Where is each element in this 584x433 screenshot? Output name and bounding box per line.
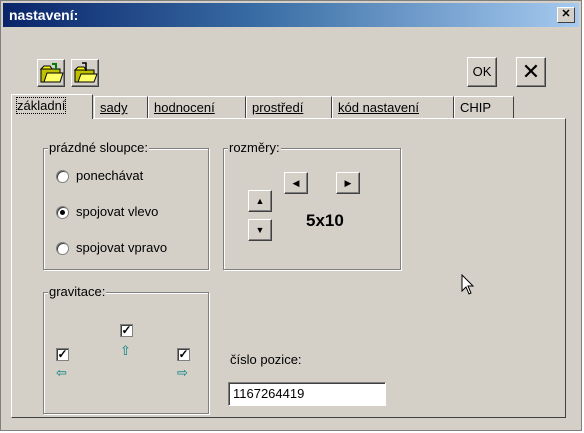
radio-keep[interactable] [56,170,69,183]
gravity-top-checkbox[interactable]: ✓ [120,324,133,337]
tab-kod-nastaveni[interactable]: kód nastavení [332,96,454,118]
height-increase-button[interactable]: ▲ [248,190,272,212]
gravity-label: gravitace: [48,284,107,299]
empty-columns-group: prázdné sloupce: ponechávat spojovat vle… [43,140,209,270]
ok-button[interactable]: OK [467,57,497,87]
title-bar[interactable]: nastavení: ✕ [3,3,579,27]
mouse-cursor-icon [461,274,475,295]
radio-join-right-label: spojovat vpravo [76,240,168,255]
arrow-up-icon: ⇧ [120,343,131,358]
radio-join-left[interactable] [56,206,69,219]
folder-save-icon [73,62,98,83]
tab-chip[interactable]: CHIP [454,96,514,118]
gravity-right-checkbox[interactable]: ✓ [177,348,190,361]
folder-open-icon [39,63,64,83]
tab-zakladni[interactable]: základní [11,94,93,119]
position-input[interactable]: 1167264419 [228,382,386,406]
window-title: nastavení: [9,7,79,23]
gravity-left-checkbox[interactable]: ✓ [56,348,69,361]
gravity-group: gravitace: ✓ ⇧ ✓ ⇦ ✓ ⇨ [43,284,209,414]
tab-sady[interactable]: sady [94,96,148,118]
save-button[interactable] [71,59,99,87]
position-label: číslo pozice: [230,352,302,367]
arrow-left-icon: ⇦ [56,365,67,380]
tab-hodnoceni[interactable]: hodnocení [148,96,246,118]
width-increase-button[interactable]: ▶ [336,172,360,194]
dimensions-label: rozměry: [228,140,281,155]
radio-join-right[interactable] [56,242,69,255]
cancel-button[interactable]: ✕ [516,57,546,87]
empty-columns-label: prázdné sloupce: [48,140,150,155]
settings-window: nastavení: ✕ OK ✕ základní sady hodnocen… [0,0,582,431]
tab-prostredi[interactable]: prostředí [246,96,332,118]
dimensions-group: rozměry: ◀ ▶ ▲ ▼ 5x10 [223,140,401,270]
open-button[interactable] [37,59,65,87]
height-decrease-button[interactable]: ▼ [248,219,272,241]
radio-keep-label: ponechávat [76,168,144,183]
dimensions-value: 5x10 [306,211,344,230]
arrow-right-icon: ⇨ [177,365,188,380]
close-button[interactable]: ✕ [557,7,575,23]
width-decrease-button[interactable]: ◀ [284,172,308,194]
radio-join-left-label: spojovat vlevo [76,204,159,219]
